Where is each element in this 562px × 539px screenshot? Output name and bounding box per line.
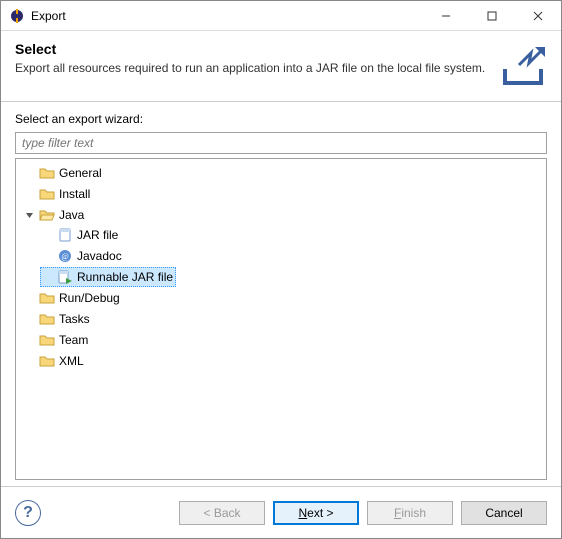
folder-icon <box>39 186 55 202</box>
javadoc-icon: @ <box>57 248 73 264</box>
svg-text:@: @ <box>61 252 68 261</box>
tree-item-label: XML <box>59 352 84 370</box>
help-button[interactable]: ? <box>15 500 41 526</box>
wizard-list-label: Select an export wizard: <box>15 112 547 126</box>
export-icon <box>499 41 547 89</box>
chevron-down-icon[interactable] <box>23 209 35 221</box>
close-button[interactable] <box>515 1 561 31</box>
folder-icon <box>39 165 55 181</box>
tree-item-label: Run/Debug <box>59 289 120 307</box>
page-title: Select <box>15 41 489 57</box>
titlebar: Export <box>1 1 561 31</box>
tree-item[interactable]: JAR file <box>40 225 121 245</box>
tree-item[interactable]: @ Javadoc <box>40 246 125 266</box>
wizard-tree[interactable]: General Install Java JAR file @ Javadoc Runnab… <box>15 158 547 480</box>
tree-item-label: Install <box>59 185 90 203</box>
tree-item[interactable]: General <box>22 163 105 183</box>
folder-icon <box>39 207 55 223</box>
jar-run-icon <box>57 269 73 285</box>
wizard-header: Select Export all resources required to … <box>1 31 561 102</box>
folder-icon <box>39 332 55 348</box>
tree-item-label: JAR file <box>77 226 118 244</box>
filter-input[interactable] <box>15 132 547 154</box>
cancel-button[interactable]: Cancel <box>461 501 547 525</box>
tree-item[interactable]: XML <box>22 351 87 371</box>
minimize-button[interactable] <box>423 1 469 31</box>
tree-item-label: General <box>59 164 102 182</box>
folder-icon <box>39 290 55 306</box>
app-icon <box>9 8 25 24</box>
maximize-button[interactable] <box>469 1 515 31</box>
tree-item[interactable]: Java <box>22 205 87 225</box>
tree-item[interactable]: Team <box>22 330 91 350</box>
folder-icon <box>39 311 55 327</box>
jar-icon <box>57 227 73 243</box>
tree-item-label: Runnable JAR file <box>77 268 173 286</box>
wizard-footer: ? < Back Next > Finish Cancel <box>1 486 561 538</box>
tree-item-label: Team <box>59 331 88 349</box>
tree-item[interactable]: Tasks <box>22 309 93 329</box>
tree-item-label: Javadoc <box>77 247 122 265</box>
tree-item-label: Java <box>59 206 84 224</box>
page-description: Export all resources required to run an … <box>15 61 489 75</box>
folder-icon <box>39 353 55 369</box>
finish-button: Finish <box>367 501 453 525</box>
next-button[interactable]: Next > <box>273 501 359 525</box>
tree-item-label: Tasks <box>59 310 90 328</box>
tree-item[interactable]: Install <box>22 184 93 204</box>
wizard-body: Select an export wizard: General Install J… <box>1 102 561 486</box>
tree-item[interactable]: Runnable JAR file <box>40 267 176 287</box>
window-title: Export <box>31 9 66 23</box>
back-button: < Back <box>179 501 265 525</box>
tree-item[interactable]: Run/Debug <box>22 288 123 308</box>
